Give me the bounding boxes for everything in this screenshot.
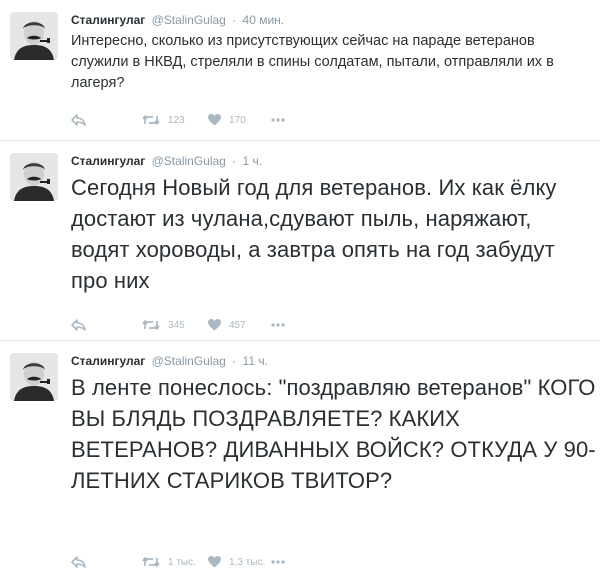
avatar[interactable] bbox=[10, 153, 58, 201]
avatar[interactable] bbox=[10, 12, 58, 60]
heart-icon bbox=[208, 556, 221, 568]
retweet-icon bbox=[142, 557, 160, 567]
display-name[interactable]: Сталингулаг bbox=[71, 154, 145, 168]
reply-icon bbox=[71, 319, 86, 331]
like-button[interactable]: 457 bbox=[208, 319, 271, 331]
tweet-header: Сталингулаг @StalinGulag · 11 ч. bbox=[71, 353, 268, 369]
more-button[interactable] bbox=[271, 118, 291, 122]
retweet-count: 123 bbox=[168, 114, 185, 126]
like-button[interactable]: 1,3 тыс. bbox=[208, 556, 271, 568]
separator: · bbox=[232, 354, 237, 368]
username[interactable]: @StalinGulag bbox=[152, 154, 226, 168]
stalin-avatar-icon bbox=[10, 153, 58, 201]
retweet-icon bbox=[142, 320, 160, 330]
retweet-button[interactable]: 1 тыс. bbox=[142, 556, 208, 568]
retweet-count: 1 тыс. bbox=[168, 556, 196, 568]
more-button[interactable] bbox=[271, 323, 291, 327]
more-icon bbox=[271, 118, 285, 122]
stalin-avatar-icon bbox=[10, 353, 58, 401]
more-icon bbox=[271, 323, 285, 327]
retweet-button[interactable]: 123 bbox=[142, 114, 208, 126]
reply-button[interactable] bbox=[71, 114, 142, 126]
like-count: 170 bbox=[229, 114, 246, 126]
like-count: 457 bbox=[229, 319, 246, 331]
tweet-actions: 123 170 bbox=[71, 111, 291, 129]
retweet-count: 345 bbox=[168, 319, 185, 331]
retweet-icon bbox=[142, 115, 160, 125]
reply-icon bbox=[71, 114, 86, 126]
more-icon bbox=[271, 560, 285, 564]
tweet-actions: 1 тыс. 1,3 тыс. bbox=[71, 553, 291, 571]
tweet-text: Интересно, сколько из присутствующих сей… bbox=[71, 33, 554, 91]
retweet-button[interactable]: 345 bbox=[142, 319, 208, 331]
tweet-header: Сталингулаг @StalinGulag · 40 мин. bbox=[71, 12, 284, 28]
stalin-avatar-icon bbox=[10, 12, 58, 60]
tweet[interactable]: Сталингулаг @StalinGulag · 11 ч. В ленте… bbox=[0, 341, 600, 581]
reply-icon bbox=[71, 556, 86, 568]
tweet-text: В ленте понеслось: "поздравляю ветеранов… bbox=[71, 375, 596, 493]
timestamp[interactable]: 40 мин. bbox=[243, 13, 285, 27]
display-name[interactable]: Сталингулаг bbox=[71, 13, 145, 27]
username[interactable]: @StalinGulag bbox=[152, 354, 226, 368]
timestamp[interactable]: 11 ч. bbox=[243, 354, 268, 368]
heart-icon bbox=[208, 114, 221, 126]
timestamp[interactable]: 1 ч. bbox=[243, 154, 263, 168]
tweet[interactable]: Сталингулаг @StalinGulag · 1 ч. Сегодня … bbox=[0, 141, 600, 341]
heart-icon bbox=[208, 319, 221, 331]
like-button[interactable]: 170 bbox=[208, 114, 271, 126]
username[interactable]: @StalinGulag bbox=[152, 13, 226, 27]
tweet-text: Сегодня Новый год для ветеранов. Их как … bbox=[71, 175, 557, 293]
separator: · bbox=[232, 13, 237, 27]
display-name[interactable]: Сталингулаг bbox=[71, 354, 145, 368]
tweet-actions: 345 457 bbox=[71, 316, 291, 334]
avatar[interactable] bbox=[10, 353, 58, 401]
reply-button[interactable] bbox=[71, 319, 142, 331]
like-count: 1,3 тыс. bbox=[229, 556, 266, 568]
tweet-header: Сталингулаг @StalinGulag · 1 ч. bbox=[71, 153, 262, 169]
more-button[interactable] bbox=[271, 560, 291, 564]
tweet[interactable]: Сталингулаг @StalinGulag · 40 мин. Интер… bbox=[0, 0, 600, 141]
reply-button[interactable] bbox=[71, 556, 142, 568]
separator: · bbox=[232, 154, 237, 168]
